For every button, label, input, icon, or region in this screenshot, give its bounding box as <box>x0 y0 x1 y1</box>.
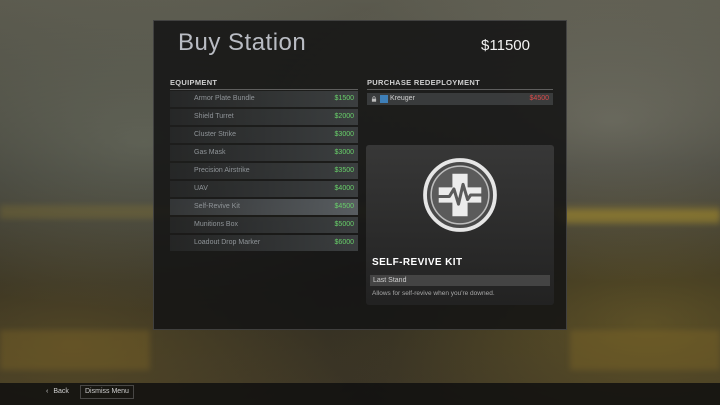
item-price: $3000 <box>334 149 354 156</box>
item-name: Self-Revive Kit <box>194 203 240 210</box>
item-name: Cluster Strike <box>194 131 237 138</box>
money-balance: $11500 <box>481 37 530 54</box>
equipment-list: Armor Plate Bundle $1500 Shield Turret $… <box>170 91 358 253</box>
item-price: $1500 <box>334 95 354 102</box>
redeploy-price: $4500 <box>529 95 549 102</box>
item-detail-description: Allows for self-revive when you're downe… <box>372 290 495 297</box>
item-detail-subtitle: Last Stand <box>370 275 550 286</box>
equipment-item-cluster-strike[interactable]: Cluster Strike $3000 <box>170 127 358 143</box>
item-price: $3000 <box>334 131 354 138</box>
equipment-item-self-revive-kit[interactable]: Self-Revive Kit $4500 <box>170 199 358 215</box>
redeployment-header: PURCHASE REDEPLOYMENT <box>367 78 553 90</box>
item-name: Armor Plate Bundle <box>194 95 255 102</box>
item-name: Loadout Drop Marker <box>194 239 261 246</box>
item-price: $4500 <box>334 203 354 210</box>
equipment-item-gas-mask[interactable]: Gas Mask $3000 <box>170 145 358 161</box>
item-price: $6000 <box>334 239 354 246</box>
equipment-item-uav[interactable]: UAV $4000 <box>170 181 358 197</box>
footer-bar: ‹ Back Dismiss Menu <box>0 383 720 405</box>
item-name: Shield Turret <box>194 113 234 120</box>
equipment-item-shield-turret[interactable]: Shield Turret $2000 <box>170 109 358 125</box>
dismiss-menu-button[interactable]: Dismiss Menu <box>80 385 134 399</box>
item-price: $4000 <box>334 185 354 192</box>
item-detail-card: SELF-REVIVE KIT Last Stand Allows for se… <box>366 145 554 305</box>
background-blur <box>560 210 720 224</box>
equipment-item-precision-airstrike[interactable]: Precision Airstrike $3500 <box>170 163 358 179</box>
item-name: UAV <box>194 185 208 192</box>
item-price: $3500 <box>334 167 354 174</box>
redeploy-player-name: Kreuger <box>390 95 415 102</box>
equipment-item-armor-plate-bundle[interactable]: Armor Plate Bundle $1500 <box>170 91 358 107</box>
item-name: Gas Mask <box>194 149 226 156</box>
item-name: Munitions Box <box>194 221 238 228</box>
chevron-left-icon: ‹ <box>46 388 49 395</box>
item-name: Precision Airstrike <box>194 167 250 174</box>
page-title: Buy Station <box>178 29 307 56</box>
equipment-header: EQUIPMENT <box>170 78 358 90</box>
back-label: Back <box>53 388 69 395</box>
buy-station-window: Buy Station $11500 EQUIPMENT PURCHASE RE… <box>153 20 567 330</box>
lock-icon <box>371 96 377 102</box>
back-button[interactable]: ‹ Back <box>46 383 69 405</box>
background-blur <box>570 330 720 370</box>
background-blur <box>0 330 150 370</box>
dismiss-label: Dismiss Menu <box>85 388 129 395</box>
self-revive-kit-icon <box>423 158 497 232</box>
item-price: $2000 <box>334 113 354 120</box>
redeploy-player-row[interactable]: Kreuger $4500 <box>367 93 553 105</box>
equipment-item-loadout-drop-marker[interactable]: Loadout Drop Marker $6000 <box>170 235 358 251</box>
item-detail-title: SELF-REVIVE KIT <box>372 257 463 268</box>
item-price: $5000 <box>334 221 354 228</box>
team-badge-icon <box>380 95 388 103</box>
equipment-item-munitions-box[interactable]: Munitions Box $5000 <box>170 217 358 233</box>
